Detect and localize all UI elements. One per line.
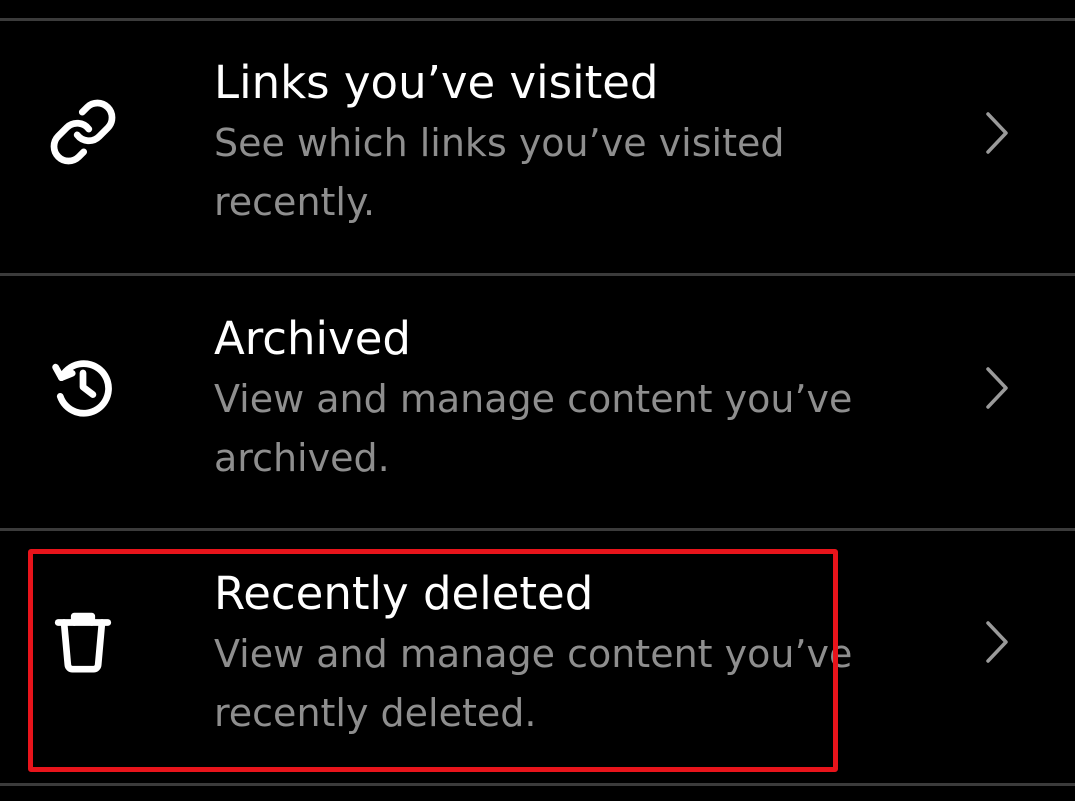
chevron-right-icon <box>980 617 1014 667</box>
menu-item-links-visited[interactable]: Links you’ve visited See which links you… <box>0 21 1075 271</box>
divider <box>0 783 1075 786</box>
menu-item-title: Links you’ve visited <box>214 56 659 109</box>
chevron-right-icon <box>980 363 1014 413</box>
chevron-right-icon <box>980 108 1014 158</box>
menu-item-subtitle: View and manage content you’ve archived. <box>214 377 853 480</box>
settings-menu-screen: Links you’ve visited See which links you… <box>0 0 1075 801</box>
archive-history-icon <box>48 352 118 422</box>
menu-item-subtitle: See which links you’ve visited recently. <box>214 121 785 224</box>
link-icon <box>48 97 118 167</box>
menu-item-archived[interactable]: Archived View and manage content you’ve … <box>0 276 1075 526</box>
menu-item-title: Archived <box>214 312 411 365</box>
highlight-box <box>28 549 838 772</box>
